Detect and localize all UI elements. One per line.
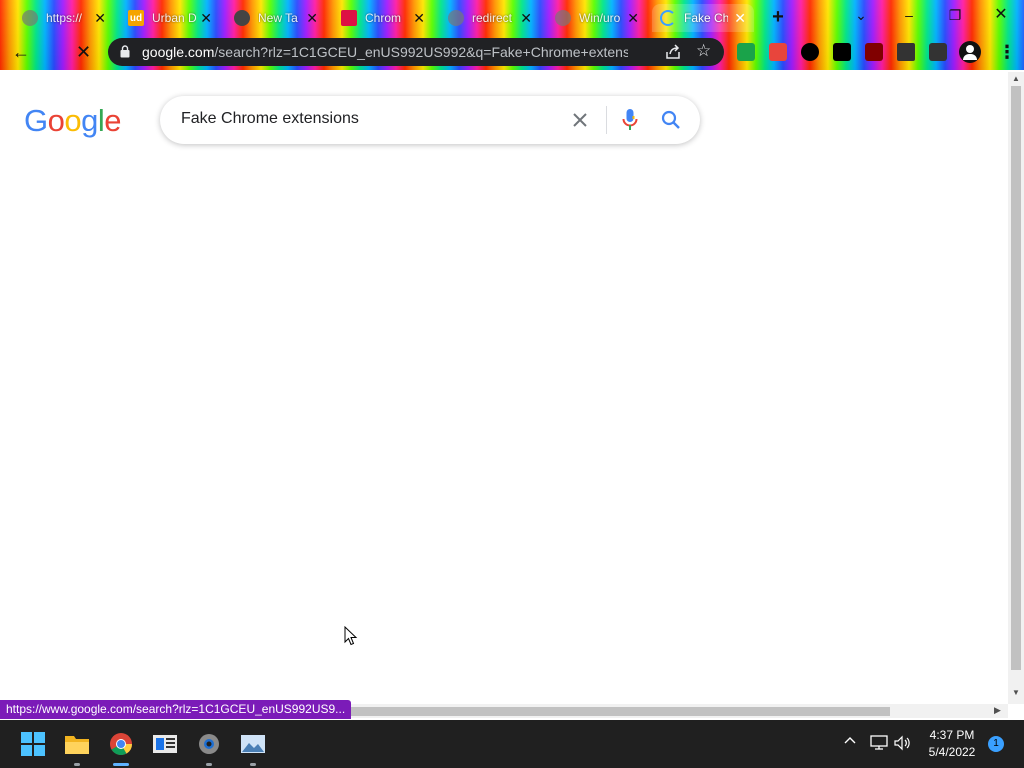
clock-time[interactable]: 4:37 PM [922, 728, 982, 742]
mouse-cursor-icon [344, 626, 358, 646]
logo-letter: o [47, 103, 65, 138]
search-box[interactable]: Fake Chrome extensions [160, 96, 700, 144]
news-icon[interactable] [152, 732, 178, 756]
extension-icon[interactable] [769, 43, 787, 61]
tab-close-icon[interactable]: ✕ [94, 10, 106, 27]
tab-title: redirect [472, 11, 513, 25]
tab[interactable]: Chrom ✕ [333, 4, 433, 32]
search-input[interactable]: Fake Chrome extensions [181, 110, 359, 128]
menu-dots-icon[interactable]: ⋮ [998, 41, 1016, 63]
tab-close-icon[interactable]: ✕ [627, 10, 639, 27]
running-indicator [250, 763, 256, 766]
chrome-icon[interactable] [108, 732, 134, 756]
address-bar[interactable]: google.com/search?rlz=1C1GCEU_enUS992US9… [108, 38, 724, 66]
tab[interactable]: Win/uro ✕ [547, 4, 647, 32]
restore-button[interactable]: ❐ [940, 4, 970, 26]
search-icon[interactable] [660, 109, 682, 131]
photos-icon[interactable] [240, 732, 266, 756]
chrome-web-store-icon [341, 10, 357, 26]
microphone-icon[interactable] [620, 108, 640, 132]
globe-icon [448, 10, 464, 26]
network-icon[interactable] [870, 735, 888, 751]
scroll-down-arrow-icon[interactable]: ▼ [1012, 688, 1020, 697]
extensions-puzzle-icon[interactable] [897, 43, 915, 61]
loading-spinner-icon [660, 10, 676, 26]
tab-title: Fake Ch [684, 11, 728, 25]
urban-dictionary-icon: ud [128, 10, 144, 26]
bookmark-star-icon[interactable]: ☆ [696, 42, 714, 60]
scrollbar-thumb[interactable] [1011, 86, 1021, 670]
logo-letter: G [24, 103, 48, 138]
url-text[interactable]: google.com/search?rlz=1C1GCEU_enUS992US9… [142, 44, 628, 60]
new-tab-button[interactable]: + [768, 6, 788, 28]
active-indicator [113, 763, 129, 766]
tab-close-icon[interactable]: ✕ [306, 10, 318, 27]
logo-letter: g [81, 103, 98, 138]
google-logo[interactable]: Google [24, 103, 122, 139]
tab-title: Chrom [365, 11, 402, 25]
running-indicator [206, 763, 212, 766]
notification-badge[interactable]: 1 [988, 736, 1004, 752]
tab-search-icon[interactable]: ⌄ [846, 4, 876, 26]
back-button[interactable]: ← [12, 42, 32, 62]
share-icon[interactable] [664, 43, 682, 61]
tab-close-icon[interactable]: ✕ [413, 10, 425, 27]
globe-icon [555, 10, 571, 26]
tab[interactable]: New Ta ✕ [226, 4, 326, 32]
tab-title: New Ta [258, 11, 298, 25]
tab-close-icon[interactable]: ✕ [734, 10, 746, 27]
scroll-up-arrow-icon[interactable]: ▲ [1012, 74, 1020, 83]
tab-title: https:// [46, 11, 83, 25]
tab-close-icon[interactable]: ✕ [520, 10, 532, 27]
running-indicator [74, 763, 80, 766]
tab-close-icon[interactable]: ✕ [200, 10, 212, 27]
globe-icon [22, 10, 38, 26]
vertical-scrollbar[interactable]: ▲ ▼ [1008, 72, 1024, 704]
file-explorer-icon[interactable] [64, 732, 90, 756]
chrome-icon [234, 10, 250, 26]
logo-letter: e [104, 103, 122, 138]
clear-search-icon[interactable] [570, 110, 590, 130]
divider [606, 106, 607, 134]
status-bubble: https://www.google.com/search?rlz=1C1GCE… [0, 700, 352, 719]
tab[interactable]: https:// ✕ [14, 4, 114, 32]
tiktok-extension-icon[interactable] [833, 43, 851, 61]
tab[interactable]: redirect ✕ [440, 4, 540, 32]
tab-active[interactable]: Fake Ch ✕ [652, 4, 754, 32]
volume-icon[interactable] [894, 735, 912, 751]
meet-extension-icon[interactable] [737, 43, 755, 61]
stop-loading-button[interactable]: ✕ [76, 42, 96, 62]
profile-avatar-icon[interactable] [959, 41, 981, 63]
tab[interactable]: ud Urban D ✕ [120, 4, 220, 32]
side-panel-icon[interactable] [929, 43, 947, 61]
lock-icon [120, 45, 130, 58]
ublock-origin-icon[interactable] [865, 43, 883, 61]
start-icon[interactable] [20, 732, 46, 756]
close-window-button[interactable]: ✕ [986, 4, 1016, 26]
browser-chrome: https:// ✕ ud Urban D ✕ New Ta ✕ Chrom ✕… [0, 0, 1024, 70]
minimize-button[interactable]: – [894, 4, 924, 26]
scroll-right-arrow-icon[interactable]: ▶ [994, 705, 1001, 716]
logo-letter: o [64, 103, 82, 138]
tab-title: Win/uro [579, 11, 621, 25]
settings-icon[interactable] [196, 732, 222, 756]
tab-title: Urban D [152, 11, 196, 25]
chevron-up-icon[interactable] [843, 733, 857, 747]
tiktok-extension-icon[interactable] [801, 43, 819, 61]
clock-date[interactable]: 5/4/2022 [922, 745, 982, 759]
